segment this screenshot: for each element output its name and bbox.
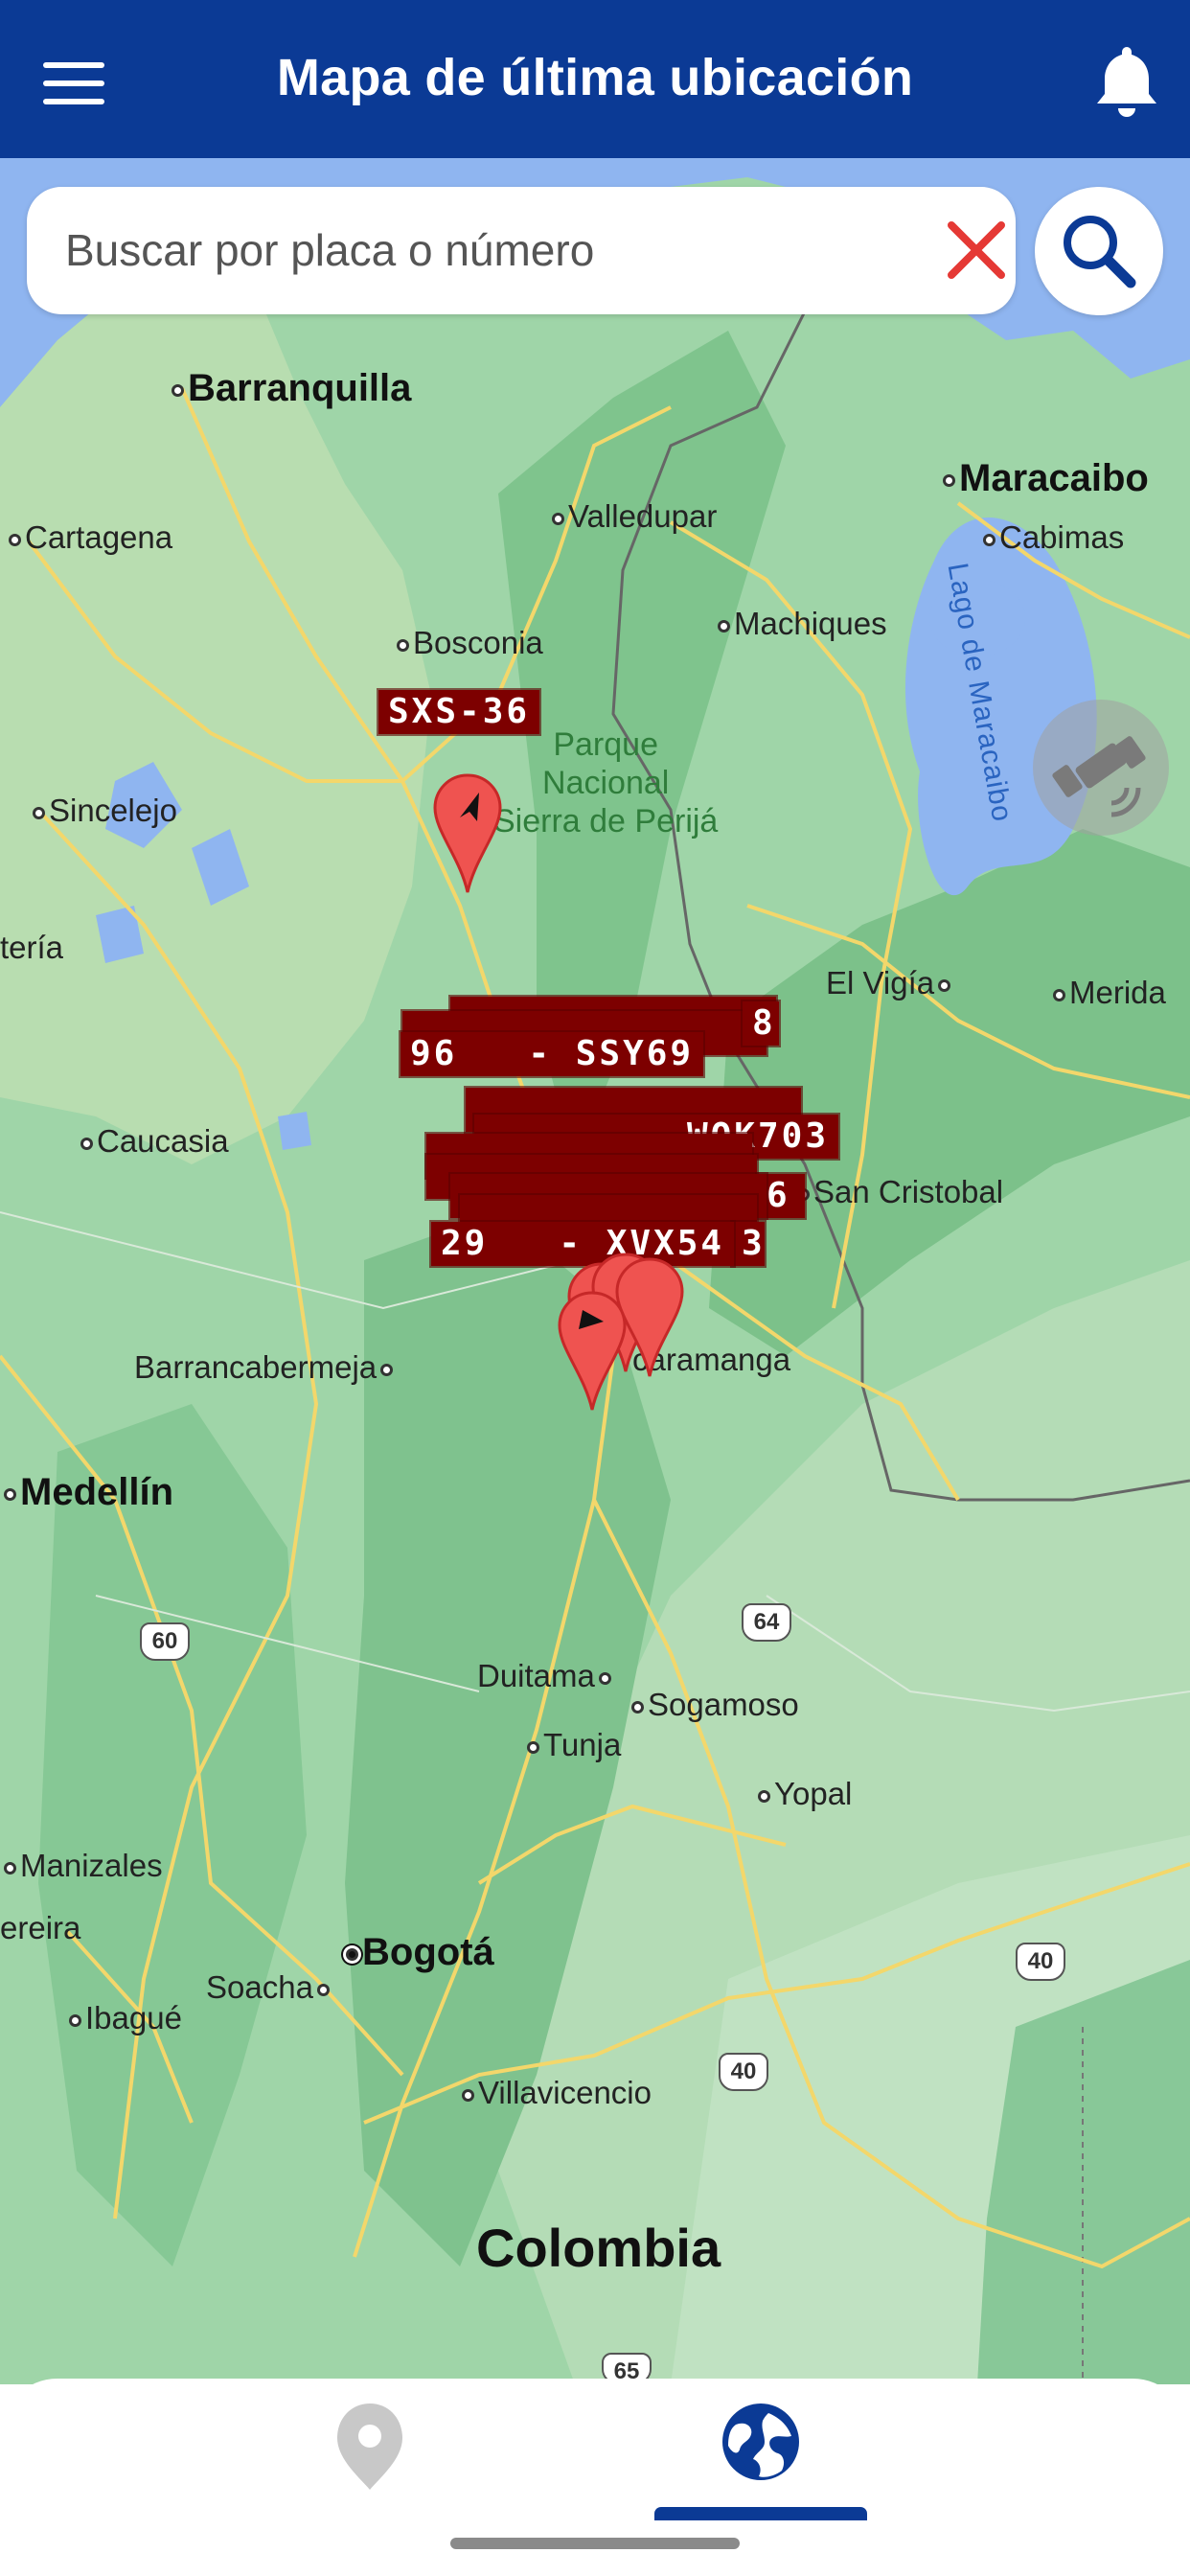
city-dot bbox=[80, 1137, 93, 1150]
plate-fragment: 3 bbox=[742, 1224, 766, 1263]
capital-dot bbox=[346, 1947, 358, 1961]
app-header: Mapa de última ubicación bbox=[0, 0, 1190, 158]
city-dot bbox=[9, 533, 21, 546]
city-dot bbox=[33, 806, 45, 819]
satellite-icon bbox=[1052, 736, 1146, 817]
city-dot bbox=[4, 1487, 16, 1501]
city-dot bbox=[943, 473, 955, 487]
city-dot bbox=[983, 533, 995, 546]
vehicle-plate-stacked[interactable]: 3 bbox=[732, 1222, 765, 1266]
city-label-barranquilla: Barranquilla bbox=[188, 367, 412, 409]
city-label-pereira: ereira bbox=[0, 1910, 81, 1945]
route-shield: 60 bbox=[140, 1622, 190, 1661]
route-shield: 64 bbox=[742, 1603, 791, 1642]
bell-icon[interactable] bbox=[1092, 43, 1161, 120]
bottom-navigation bbox=[0, 2379, 1190, 2576]
city-dot bbox=[316, 1983, 330, 1996]
city-label-bosconia: Bosconia bbox=[413, 625, 543, 660]
city-dot bbox=[631, 1700, 644, 1714]
search-icon bbox=[1064, 216, 1136, 288]
city-dot bbox=[4, 1861, 16, 1874]
city-dot bbox=[598, 1671, 611, 1685]
plate-fragment: 8 bbox=[752, 1003, 776, 1043]
city-label-sincelejo: Sincelejo bbox=[49, 793, 177, 828]
city-dot bbox=[718, 619, 730, 632]
map-pin-icon[interactable] bbox=[333, 2400, 406, 2492]
city-label-san-cristobal: San Cristobal bbox=[813, 1174, 1004, 1209]
city-dot bbox=[758, 1789, 770, 1803]
vehicle-plate[interactable]: SXS-36 bbox=[378, 690, 540, 734]
city-label-merida: Merida bbox=[1069, 975, 1166, 1010]
search-button[interactable] bbox=[1035, 187, 1163, 315]
city-label-medellin: Medellín bbox=[20, 1471, 174, 1513]
city-dot bbox=[552, 512, 564, 525]
home-indicator bbox=[450, 2538, 740, 2549]
map-view[interactable]: Barranquilla Maracaibo Cartagena Valledu… bbox=[0, 158, 1190, 2384]
city-label-villavicencio: Villavicencio bbox=[478, 2075, 652, 2110]
city-label-ibague: Ibagué bbox=[85, 2000, 182, 2036]
city-label-cartagena: Cartagena bbox=[25, 519, 173, 555]
vehicle-plate-stacked[interactable]: 8 bbox=[743, 1001, 779, 1046]
active-tab-indicator bbox=[654, 2507, 867, 2520]
city-label-sogamoso: Sogamoso bbox=[648, 1687, 799, 1722]
globe-icon[interactable] bbox=[715, 2396, 807, 2488]
country-label: Colombia bbox=[476, 2218, 721, 2278]
satellite-button[interactable] bbox=[1033, 700, 1169, 836]
search-input[interactable] bbox=[65, 216, 908, 285]
close-x-icon[interactable] bbox=[942, 216, 1011, 285]
city-label-yopal: Yopal bbox=[774, 1776, 853, 1811]
city-label-machiques: Machiques bbox=[734, 606, 887, 641]
city-dot bbox=[938, 978, 951, 992]
city-label-caucasia: Caucasia bbox=[97, 1123, 229, 1159]
city-dot bbox=[380, 1363, 394, 1376]
city-label-bogota: Bogotá bbox=[362, 1931, 494, 1973]
city-dot bbox=[1053, 988, 1065, 1001]
park-label: Parque Nacional Sierra de Perijá bbox=[493, 726, 719, 840]
city-dot bbox=[462, 2088, 474, 2102]
plate-fragment: 6 bbox=[767, 1176, 790, 1215]
city-label-maracaibo: Maracaibo bbox=[959, 457, 1149, 499]
city-label-manizales: Manizales bbox=[20, 1848, 163, 1883]
page-title: Mapa de última ubicación bbox=[276, 49, 914, 106]
search-bar bbox=[27, 187, 1016, 314]
city-label-cabimas: Cabimas bbox=[999, 519, 1125, 555]
city-dot bbox=[527, 1740, 539, 1754]
route-shield: 40 bbox=[719, 2053, 768, 2091]
city-dot bbox=[397, 638, 409, 652]
city-label-valledupar: Valledupar bbox=[568, 498, 718, 534]
city-label-soacha: Soacha bbox=[206, 1969, 313, 2005]
route-shield: 40 bbox=[1016, 1943, 1065, 1981]
city-label-duitama: Duitama bbox=[477, 1658, 595, 1693]
city-dot bbox=[69, 2013, 81, 2027]
city-dot bbox=[172, 383, 184, 397]
vehicle-plate[interactable]: 96 - SSY69 bbox=[400, 1032, 704, 1076]
city-label-barrancabermeja: Barrancabermeja bbox=[134, 1349, 378, 1385]
city-label-monteria: tería bbox=[0, 930, 64, 965]
city-label-tunja: Tunja bbox=[543, 1727, 622, 1762]
vehicle-marker[interactable] bbox=[556, 1289, 629, 1414]
vehicle-marker[interactable] bbox=[431, 771, 504, 896]
city-label-el-vigia: El Vigía bbox=[826, 965, 935, 1000]
